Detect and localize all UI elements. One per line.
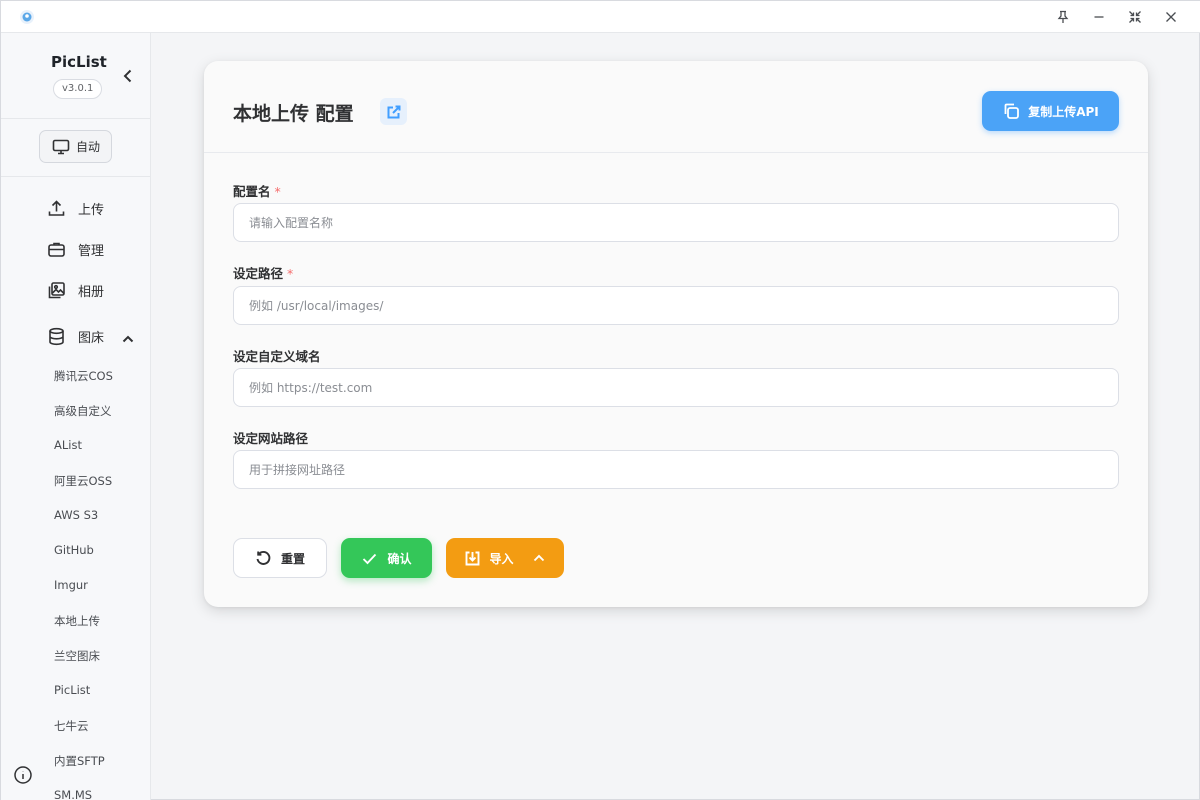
nav-item-gallery[interactable]: 相册 xyxy=(47,281,104,300)
copy-upload-api-label: 复制上传API xyxy=(1028,104,1099,119)
custom-domain-label: 设定自定义域名 xyxy=(233,349,321,364)
picbed-item-local[interactable]: 本地上传 xyxy=(54,613,100,629)
app-window: PicList v3.0.1 自动 上传 管理 相册 图床 腾讯云COS 高级自… xyxy=(0,0,1200,800)
nav-item-manage[interactable]: 管理 xyxy=(47,240,104,259)
picbed-item-qiniu[interactable]: 七牛云 xyxy=(54,718,89,734)
minimize-button[interactable] xyxy=(1081,1,1117,33)
picbed-item-alist[interactable]: AList xyxy=(54,438,82,452)
database-icon xyxy=(49,327,64,346)
picbed-item-imgur[interactable]: Imgur xyxy=(54,578,88,592)
config-name-input[interactable] xyxy=(233,203,1119,242)
field-label-text: 配置名 xyxy=(233,184,271,199)
picbed-item-sftp[interactable]: 内置SFTP xyxy=(54,753,105,769)
import-icon xyxy=(466,551,480,565)
picbed-collapse-toggle[interactable] xyxy=(121,331,135,345)
close-button[interactable] xyxy=(1153,1,1189,33)
app-logo-icon xyxy=(20,10,34,24)
reset-icon xyxy=(256,550,271,565)
picbed-item-smms[interactable]: SM.MS xyxy=(54,788,92,800)
nav-item-upload[interactable]: 上传 xyxy=(47,199,104,218)
theme-section: 自动 xyxy=(1,119,150,177)
config-card: 本地上传 配置 复制上传API 配置名* 设定路径* 设定自定义域名 设定网站路… xyxy=(204,61,1148,607)
sidebar: PicList v3.0.1 自动 上传 管理 相册 图床 腾讯云COS 高级自… xyxy=(1,33,151,800)
pin-icon xyxy=(1057,10,1069,23)
version-badge: v3.0.1 xyxy=(53,79,103,99)
monitor-icon xyxy=(52,139,70,154)
app-name: PicList xyxy=(51,53,107,71)
upload-icon xyxy=(48,200,65,216)
import-button[interactable]: 导入 xyxy=(446,538,564,578)
unmaximize-button[interactable] xyxy=(1117,1,1153,33)
shrink-arrows-icon xyxy=(1129,11,1141,23)
field-label-text: 设定路径 xyxy=(233,266,284,281)
picbed-item-tcyun[interactable]: 腾讯云COS xyxy=(54,368,113,384)
nav-item-label: 图床 xyxy=(78,331,105,346)
chevron-up-icon xyxy=(533,554,544,562)
check-icon xyxy=(363,553,377,564)
card-header: 本地上传 配置 复制上传API xyxy=(204,61,1148,153)
picbed-item-advanced[interactable]: 高级自定义 xyxy=(54,403,112,419)
reset-label: 重置 xyxy=(280,551,305,566)
picbed-item-piclist[interactable]: PicList xyxy=(54,683,90,697)
nav-item-label: 上传 xyxy=(78,203,105,218)
picbed-item-aws-s3[interactable]: AWS S3 xyxy=(54,508,98,522)
nav-item-picbed[interactable]: 图床 xyxy=(47,327,104,346)
custom-domain-input[interactable] xyxy=(233,368,1119,407)
picbed-item-aliyun[interactable]: 阿里云OSS xyxy=(54,473,112,489)
titlebar xyxy=(1,1,1200,33)
minimize-icon xyxy=(1094,16,1104,18)
info-icon xyxy=(14,766,32,784)
reset-button[interactable]: 重置 xyxy=(233,538,327,578)
close-icon xyxy=(1166,12,1176,22)
info-button[interactable] xyxy=(13,765,33,785)
web-path-input[interactable] xyxy=(233,450,1119,489)
picbed-item-lskypro[interactable]: 兰空图床 xyxy=(54,648,100,664)
theme-label: 自动 xyxy=(76,140,101,154)
copy-icon xyxy=(1004,103,1020,119)
nav-item-label: 管理 xyxy=(78,244,105,259)
required-mark: * xyxy=(274,184,281,199)
import-label: 导入 xyxy=(489,551,514,566)
nav-item-label: 相册 xyxy=(78,285,105,300)
brand-header: PicList v3.0.1 xyxy=(1,33,150,119)
confirm-label: 确认 xyxy=(387,551,412,566)
config-name-label: 配置名 * xyxy=(233,181,281,200)
gallery-icon xyxy=(48,282,65,299)
picbed-item-github[interactable]: GitHub xyxy=(54,543,94,557)
pin-window-button[interactable] xyxy=(1045,1,1081,33)
copy-upload-api-button[interactable]: 复制上传API xyxy=(982,91,1119,131)
collapse-sidebar-button[interactable] xyxy=(119,67,137,85)
briefcase-icon xyxy=(48,242,65,257)
theme-toggle-button[interactable]: 自动 xyxy=(39,130,112,163)
web-path-label: 设定网站路径 xyxy=(233,431,309,446)
page-title: 本地上传 配置 xyxy=(233,103,354,125)
external-link-icon xyxy=(387,105,400,118)
chevron-up-icon xyxy=(122,335,134,343)
path-input[interactable] xyxy=(233,286,1119,325)
confirm-button[interactable]: 确认 xyxy=(341,538,432,578)
chevron-left-icon xyxy=(123,69,132,83)
open-docs-button[interactable] xyxy=(380,98,407,125)
required-mark: * xyxy=(287,266,294,281)
path-label: 设定路径 * xyxy=(233,263,293,282)
